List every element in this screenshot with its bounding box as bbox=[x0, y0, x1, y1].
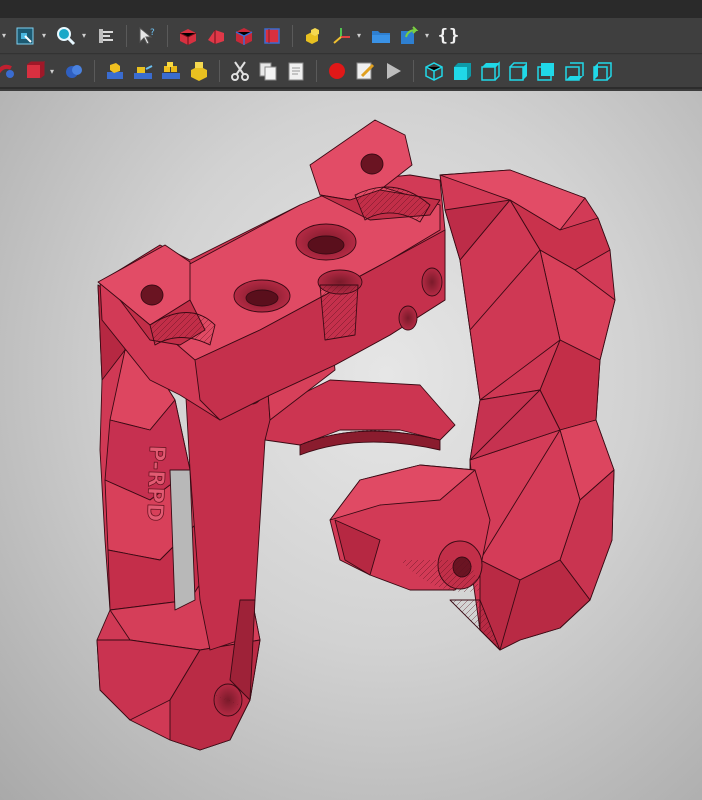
box-blue-icon[interactable] bbox=[232, 24, 256, 48]
parts-blue-icon[interactable] bbox=[103, 59, 127, 83]
chevron-down-icon[interactable]: ▾ bbox=[40, 24, 48, 48]
paste-icon[interactable] bbox=[284, 59, 308, 83]
measure-icon[interactable] bbox=[94, 24, 118, 48]
hinge-boss bbox=[329, 464, 491, 592]
chevron-down-icon[interactable]: ▾ bbox=[48, 59, 56, 83]
model-render: P-RPD bbox=[96, 119, 616, 751]
chevron-down-icon[interactable]: ▾ bbox=[80, 24, 88, 48]
toolbar-top: ▾ ▾ ▾ ? ▾ ▾ {} bbox=[0, 18, 702, 54]
cut-icon[interactable] bbox=[228, 59, 252, 83]
code-braces-button[interactable]: {} bbox=[437, 24, 461, 48]
parts-stack-icon[interactable] bbox=[131, 59, 155, 83]
spheres-icon[interactable] bbox=[62, 59, 86, 83]
box-red-icon[interactable] bbox=[176, 24, 200, 48]
record-icon[interactable] bbox=[325, 59, 349, 83]
export-icon[interactable] bbox=[397, 24, 421, 48]
view-top-icon[interactable] bbox=[478, 59, 502, 83]
svg-text:?: ? bbox=[150, 28, 155, 38]
view-cube-icon[interactable] bbox=[14, 24, 38, 48]
chevron-down-icon[interactable]: ▾ bbox=[355, 24, 363, 48]
part-gold-icon[interactable] bbox=[187, 59, 211, 83]
lens-icon[interactable] bbox=[0, 59, 18, 83]
view-right-icon[interactable] bbox=[506, 59, 530, 83]
view-bottom-icon[interactable] bbox=[562, 59, 586, 83]
chevron-down-icon[interactable]: ▾ bbox=[423, 24, 431, 48]
axis-icon[interactable] bbox=[329, 24, 353, 48]
view-front-icon[interactable] bbox=[450, 59, 474, 83]
parts-yellow-icon[interactable] bbox=[301, 24, 325, 48]
model-engraved-text: P-RPD bbox=[141, 445, 169, 522]
select-arrow-icon[interactable]: ? bbox=[135, 24, 159, 48]
chevron-down-icon[interactable]: ▾ bbox=[0, 24, 8, 48]
open-folder-icon[interactable] bbox=[369, 24, 393, 48]
toolbar-separator bbox=[167, 24, 168, 47]
view-iso-icon[interactable] bbox=[422, 59, 446, 83]
toolbar-separator bbox=[413, 60, 414, 82]
part-group-icon[interactable] bbox=[159, 59, 183, 83]
toolbar-separator bbox=[316, 60, 317, 82]
3d-viewport[interactable]: P-RPD bbox=[0, 91, 702, 800]
zoom-icon[interactable] bbox=[54, 24, 78, 48]
cylinder-red-icon[interactable] bbox=[260, 24, 284, 48]
edit-macro-icon[interactable] bbox=[353, 59, 377, 83]
code-braces-label: {} bbox=[437, 25, 461, 46]
toolbar-separator bbox=[292, 24, 293, 47]
box-red-icon[interactable] bbox=[22, 59, 46, 83]
play-icon[interactable] bbox=[381, 59, 405, 83]
toolbar-separator bbox=[219, 60, 220, 82]
title-bar bbox=[0, 0, 702, 19]
toolbar-bottom: ▾ bbox=[0, 55, 702, 89]
view-rear-icon[interactable] bbox=[534, 59, 558, 83]
wedge-red-icon[interactable] bbox=[204, 24, 228, 48]
copy-icon[interactable] bbox=[256, 59, 280, 83]
view-left-icon[interactable] bbox=[590, 59, 614, 83]
toolbar-separator bbox=[126, 24, 127, 47]
toolbar-separator bbox=[94, 60, 95, 82]
